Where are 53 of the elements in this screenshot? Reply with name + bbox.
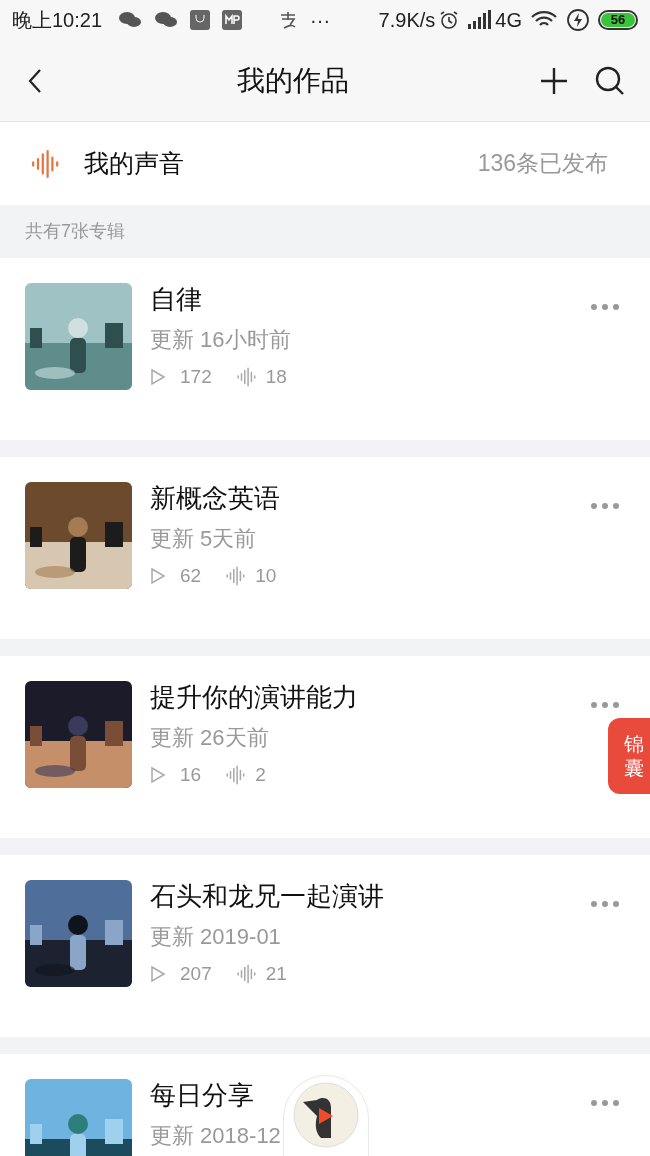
player-disc-drawing[interactable] xyxy=(293,1082,359,1148)
more-icon[interactable] xyxy=(590,1099,620,1107)
more-icon[interactable] xyxy=(590,900,620,908)
published-count: 136条已发布 xyxy=(477,149,608,179)
tips-badge[interactable]: 锦囊 xyxy=(608,718,650,794)
track-count: 10 xyxy=(255,564,277,588)
signal-icon xyxy=(467,10,492,30)
album-title: 石头和龙兄一起演讲 xyxy=(150,880,385,913)
voice-label: 我的声音 xyxy=(84,147,184,179)
search-icon[interactable] xyxy=(594,64,626,97)
album-title: 每日分享 xyxy=(150,1079,255,1112)
app-icon xyxy=(222,10,243,30)
album-card[interactable]: 每日分享 更新 2018-12 xyxy=(0,1054,650,1156)
more-icon[interactable] xyxy=(590,701,620,709)
album-card[interactable]: 新概念英语 更新 5天前 62 10 xyxy=(0,457,650,639)
album-card[interactable]: 自律 更新 16小时前 172 18 xyxy=(0,258,650,440)
update-time: 更新 26天前 xyxy=(150,724,269,752)
section-label: 共有7张专辑 xyxy=(25,220,125,243)
play-icon xyxy=(150,567,166,586)
status-time: 晚上10:21 xyxy=(12,8,103,33)
album-title: 提升你的演讲能力 xyxy=(150,681,359,714)
more-notifications: ··· xyxy=(310,8,331,33)
play-count: 172 xyxy=(180,365,212,389)
battery-indicator: 56 xyxy=(598,10,638,30)
play-icon xyxy=(150,965,166,984)
play-icon xyxy=(150,766,166,785)
play-count: 62 xyxy=(180,564,202,588)
waveform-icon xyxy=(235,366,258,389)
album-card[interactable]: 石头和龙兄一起演讲 更新 2019-01 207 21 xyxy=(0,855,650,1037)
update-time: 更新 16小时前 xyxy=(150,326,291,354)
album-title: 自律 xyxy=(150,283,203,316)
more-icon[interactable] xyxy=(590,502,620,510)
bag-icon xyxy=(190,10,211,30)
update-time: 更新 5天前 xyxy=(150,525,257,553)
play-icon xyxy=(150,368,166,387)
waveform-icon xyxy=(235,963,258,986)
more-icon[interactable] xyxy=(590,303,620,311)
track-count: 21 xyxy=(265,962,287,986)
update-time: 更新 2018-12 xyxy=(150,1122,281,1150)
play-count: 16 xyxy=(180,763,202,787)
track-count: 18 xyxy=(265,365,287,389)
chat-icon xyxy=(118,10,143,30)
charging-icon xyxy=(566,8,590,32)
track-count: 2 xyxy=(255,763,266,787)
album-title: 新概念英语 xyxy=(150,482,281,515)
chat-icon xyxy=(154,10,179,30)
update-time: 更新 2019-01 xyxy=(150,923,281,951)
network-type: 4G xyxy=(495,8,522,33)
alarm-icon xyxy=(439,10,460,30)
page-title: 我的作品 xyxy=(237,63,349,98)
play-count: 207 xyxy=(180,962,212,986)
network-speed: 7.9K/s xyxy=(378,8,436,33)
my-voice-row[interactable]: 我的声音 136条已发布 xyxy=(0,122,650,205)
